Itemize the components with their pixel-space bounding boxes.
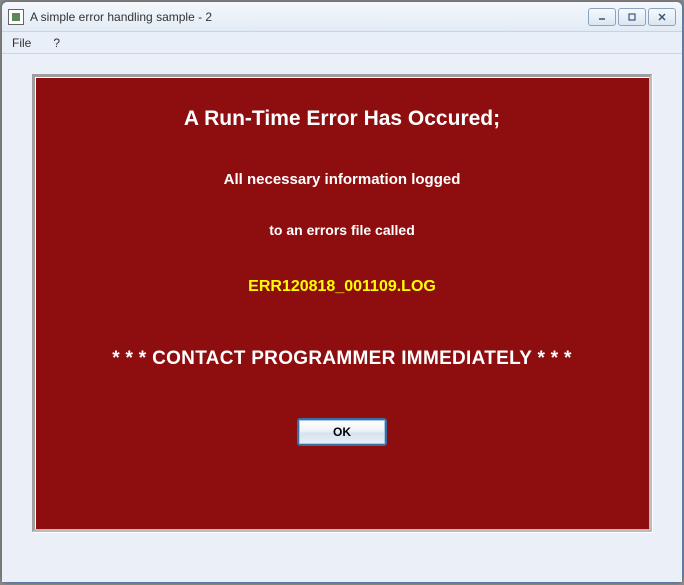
titlebar: A simple error handling sample - 2 — [2, 2, 682, 32]
window-controls — [588, 8, 676, 26]
error-heading: A Run-Time Error Has Occured; — [184, 107, 500, 131]
error-info-line1: All necessary information logged — [224, 171, 461, 188]
menu-file[interactable]: File — [8, 34, 35, 52]
error-contact: * * * CONTACT PROGRAMMER IMMEDIATELY * *… — [112, 348, 572, 370]
menu-help[interactable]: ? — [49, 34, 64, 52]
app-window: A simple error handling sample - 2 File … — [1, 1, 683, 583]
error-logfile: ERR120818_001109.LOG — [248, 278, 436, 296]
maximize-button[interactable] — [618, 8, 646, 26]
error-info-line2: to an errors file called — [269, 222, 415, 238]
menubar: File ? — [2, 32, 682, 54]
close-button[interactable] — [648, 8, 676, 26]
client-area: A Run-Time Error Has Occured; All necess… — [2, 54, 682, 582]
app-icon — [8, 9, 24, 25]
error-panel: A Run-Time Error Has Occured; All necess… — [39, 81, 645, 525]
minimize-button[interactable] — [588, 8, 616, 26]
ok-button[interactable]: OK — [297, 418, 387, 446]
window-title: A simple error handling sample - 2 — [30, 10, 588, 24]
error-panel-frame: A Run-Time Error Has Occured; All necess… — [32, 74, 652, 532]
